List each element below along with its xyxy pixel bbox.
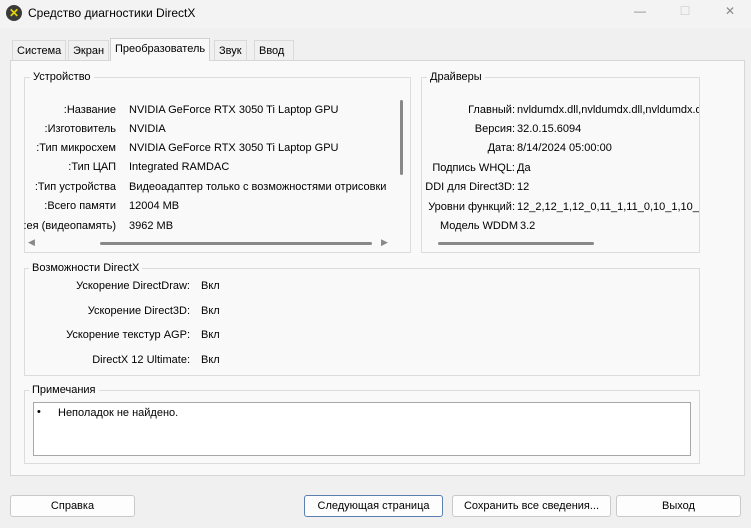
close-button[interactable]: ✕ — [720, 4, 740, 20]
maximize-button[interactable]: ☐ — [675, 4, 695, 20]
driver-value: Да — [517, 162, 531, 174]
window-title: Средство диагностики DirectX — [28, 6, 196, 20]
tab-sound[interactable]: Звук — [214, 40, 247, 60]
directx-feature-value: Вкл — [201, 280, 220, 292]
device-label: Тип устройства: — [34, 181, 116, 193]
directx-feature-label: Ускорение Direct3D: — [87, 305, 190, 317]
bullet: • — [37, 406, 41, 418]
tab-render[interactable]: Преобразователь — [110, 38, 211, 61]
device-group-title: Устройство — [30, 71, 94, 83]
device-label: Название: — [63, 104, 116, 116]
device-value: 3962 MB — [129, 220, 174, 232]
directx-feature-label: Ускорение текстур AGP: — [66, 329, 190, 341]
device-horizontal-scrollbar[interactable] — [100, 242, 372, 245]
driver-value: 12 — [517, 181, 530, 193]
tab-display[interactable]: Экран — [68, 40, 110, 60]
driver-label: Модель WDDM — [440, 220, 518, 232]
driver-value: 8/14/2024 05:00:00 — [517, 142, 612, 154]
scroll-right-arrow-icon[interactable]: ▶ — [381, 237, 388, 248]
driver-label: Дата: — [487, 142, 515, 154]
driver-label: Подпись WHQL: — [432, 162, 515, 174]
help-button[interactable]: Справка — [10, 495, 135, 517]
directx-feature-value: Вкл — [201, 354, 220, 366]
device-value: NVIDIA GeForce RTX 3050 Ti Laptop GPU — [129, 104, 339, 116]
drivers-group-title: Драйверы — [427, 71, 485, 83]
device-value: NVIDIA — [129, 123, 166, 135]
drivers-horizontal-scrollbar[interactable] — [438, 242, 594, 245]
driver-label: Главный: — [468, 104, 515, 116]
tab-system[interactable]: Система — [12, 40, 67, 60]
device-label: Тип ЦАП: — [68, 161, 116, 173]
directx-feature-value: Вкл — [201, 305, 220, 317]
driver-value: 32.0.15.6094 — [517, 123, 582, 135]
directx-app-icon: ✕ — [6, 5, 22, 21]
device-label: ея (видеопамять): — [23, 220, 116, 232]
driver-label: DDI для Direct3D: — [425, 181, 515, 193]
driver-value: 3.2 — [520, 220, 536, 232]
exit-button[interactable]: Выход — [616, 495, 741, 517]
scroll-left-arrow-icon[interactable]: ◀ — [28, 237, 35, 248]
device-label: Изготовитель: — [44, 123, 117, 135]
save-all-info-button[interactable]: Сохранить все сведения... — [452, 495, 611, 517]
device-value: 12004 MB — [129, 200, 180, 212]
device-vertical-scrollbar[interactable] — [400, 100, 403, 175]
device-label: Тип микросхем: — [36, 142, 116, 154]
next-page-button[interactable]: Следующая страница — [304, 495, 443, 517]
minimize-button[interactable]: — — [630, 4, 650, 20]
notes-textbox[interactable]: • Неполадок не найдено. — [33, 402, 691, 456]
device-value: Видеоадаптер только с возможностями отри… — [129, 181, 387, 193]
device-value: Integrated RAMDAC — [129, 161, 230, 173]
driver-label: Уровни функций: — [428, 201, 515, 213]
driver-label: Версия: — [474, 123, 515, 135]
tab-input[interactable]: Ввод — [254, 40, 294, 60]
device-value: NVIDIA GeForce RTX 3050 Ti Laptop GPU — [129, 142, 339, 154]
directx-feature-label: DirectX 12 Ultimate: — [92, 354, 190, 366]
directx-feature-value: Вкл — [201, 329, 220, 341]
notes-title: Примечания — [29, 384, 99, 396]
directx-features-title: Возможности DirectX — [29, 262, 143, 274]
note-item: Неполадок не найдено. — [58, 407, 179, 419]
device-label: Всего памяти: — [44, 200, 116, 212]
directx-feature-label: Ускорение DirectDraw: — [76, 280, 190, 292]
driver-value: nvldumdx.dll,nvldumdx.dll,nvldumdx.dll — [517, 104, 699, 116]
driver-value: 12_2,12_1,12_0,11_1,11_0,10_1,10_0 — [517, 201, 699, 213]
